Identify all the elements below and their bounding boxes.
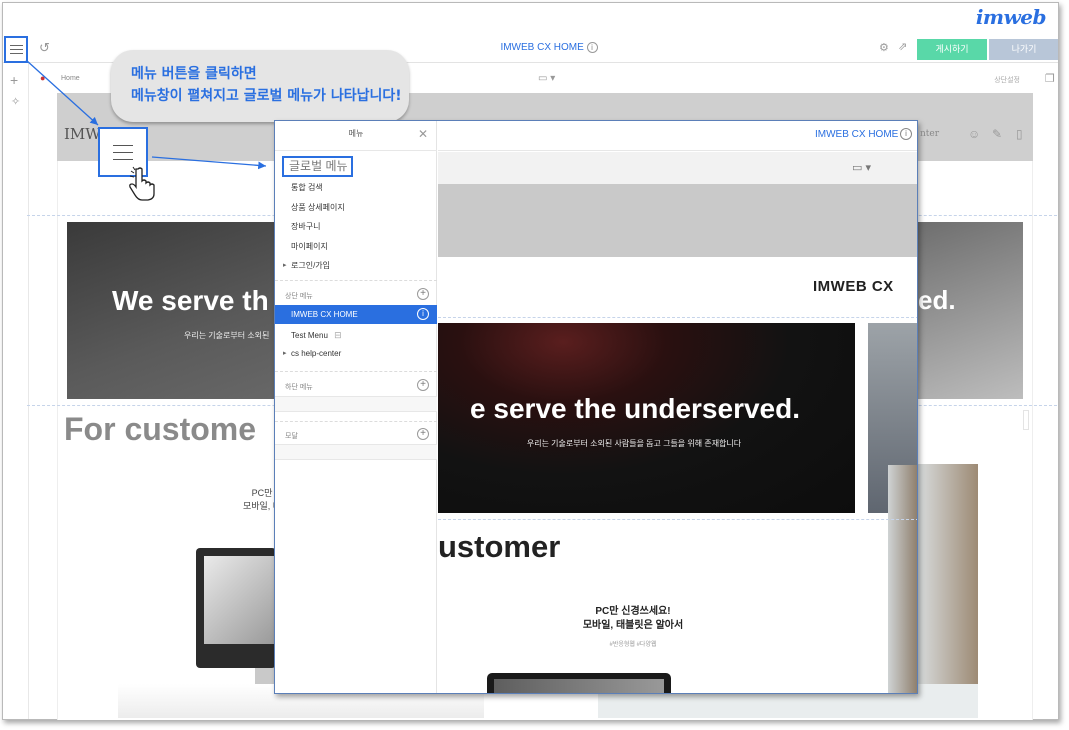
bg-section-title: For custome	[64, 411, 257, 447]
global-menu-item[interactable]: 장바구니	[275, 218, 437, 236]
publish-button[interactable]: 게시하기	[917, 39, 987, 60]
global-menu-item[interactable]: 마이페이지	[275, 238, 437, 256]
preview-hero-sub: 우리는 기술로부터 소외된 사람들을 돕고 그들을 위해 존재합니다	[526, 439, 742, 448]
bottom-menu-label: 하단 메뉴	[285, 384, 313, 391]
imweb-logo: imweb	[975, 5, 1047, 29]
magic-wand-icon[interactable]: ✧	[11, 97, 20, 108]
section-divider	[438, 317, 917, 318]
top-menu-label: 상단 메뉴	[285, 293, 313, 300]
preview-subbar: ▭ ▾	[438, 152, 917, 184]
home-breadcrumb[interactable]: Home	[61, 75, 80, 82]
bg-hero-title-right: ed.	[918, 285, 956, 315]
add-top-menu-button[interactable]: +	[417, 288, 429, 300]
add-modal-button[interactable]: +	[417, 428, 429, 440]
modal-label: 모달	[285, 433, 298, 440]
menu-item-active[interactable]: IMWEB CX HOME i	[275, 305, 437, 324]
bg-monitor-screen	[204, 556, 274, 644]
bg-hero-sub: 우리는 기술로부터 소외된	[184, 331, 270, 340]
pointer-hand-icon	[129, 166, 155, 201]
menu-item[interactable]: Test Menu ⊟	[275, 326, 437, 344]
add-icon[interactable]: +	[10, 73, 18, 87]
hidden-icon: ⊟	[334, 330, 342, 340]
preview-page-title[interactable]: IMWEB CX HOME	[815, 129, 898, 140]
left-rail	[3, 63, 29, 719]
preview-logo: IMWEB CX	[813, 278, 894, 295]
bg-nav-fragment: nter	[920, 129, 940, 139]
copy-icon[interactable]: ❐	[1045, 74, 1055, 85]
menu-divider	[275, 371, 437, 372]
close-icon[interactable]: ✕	[418, 127, 428, 141]
bg-cat-image	[918, 464, 978, 684]
menu-panel: 메뉴 ✕ 글로벌 메뉴 통합 검색 상품 상세페이지 장바구니 마이페이지 로그…	[275, 121, 437, 693]
preview-device-screen	[494, 679, 664, 693]
info-icon[interactable]: i	[900, 128, 912, 140]
preview-cat-image	[888, 465, 917, 693]
preview-pc-text: PC만 신경쓰세요! 모바일, 태블릿은 알아서	[582, 606, 684, 631]
tutorial-callout: 메뉴 버튼을 클릭하면 메뉴창이 펼쳐지고 글로벌 메뉴가 나타납니다!	[111, 50, 409, 122]
menu-editor-window: 메뉴 ✕ 글로벌 메뉴 통합 검색 상품 상세페이지 장바구니 마이페이지 로그…	[274, 120, 918, 694]
bg-section-handle[interactable]	[1023, 410, 1029, 430]
external-link-icon[interactable]: ⇗	[898, 42, 907, 53]
menu-item[interactable]: cs help-center	[275, 345, 437, 363]
flag-icon[interactable]: ●	[40, 74, 45, 83]
global-menu-item[interactable]: 통합 검색	[275, 179, 437, 197]
info-icon[interactable]: i	[417, 308, 429, 320]
top-settings-link[interactable]: 상단설정	[994, 75, 1020, 85]
preview-header-band	[438, 184, 917, 257]
menu-divider	[275, 421, 437, 422]
info-icon[interactable]: i	[586, 42, 598, 53]
exit-button[interactable]: 나가기	[989, 39, 1058, 60]
bottom-menu-empty	[275, 396, 437, 412]
gear-icon[interactable]: ⚙	[879, 43, 889, 54]
bg-hero-title: We serve th	[112, 285, 269, 316]
preview-section-title: ustomer	[438, 529, 561, 564]
preview-tags: #반응형웹 #다양웹	[609, 642, 657, 648]
clipboard-icon[interactable]: ▯	[1016, 128, 1023, 140]
menu-panel-header: 메뉴	[275, 121, 437, 151]
global-menu-title: 글로벌 메뉴	[282, 156, 353, 177]
modal-empty	[275, 444, 437, 460]
monitor-icon[interactable]: ▭ ▾	[852, 161, 871, 174]
monitor-icon[interactable]: ▭ ▾	[538, 74, 555, 84]
menu-divider	[275, 280, 437, 281]
add-bottom-menu-button[interactable]: +	[417, 379, 429, 391]
page-preview: IMWEB CX HOME i ▭ ▾ IMWEB CX e serve the…	[438, 121, 917, 693]
section-divider	[438, 519, 917, 520]
global-menu-item[interactable]: 상품 상세페이지	[275, 199, 437, 217]
hamburger-icon	[113, 144, 133, 146]
preview-hero-title: e serve the underserved.	[470, 393, 800, 424]
pencil-icon[interactable]: ✎	[992, 128, 1002, 140]
smile-icon[interactable]: ☺	[968, 128, 980, 140]
global-menu-item[interactable]: 로그인/가입	[275, 257, 437, 275]
